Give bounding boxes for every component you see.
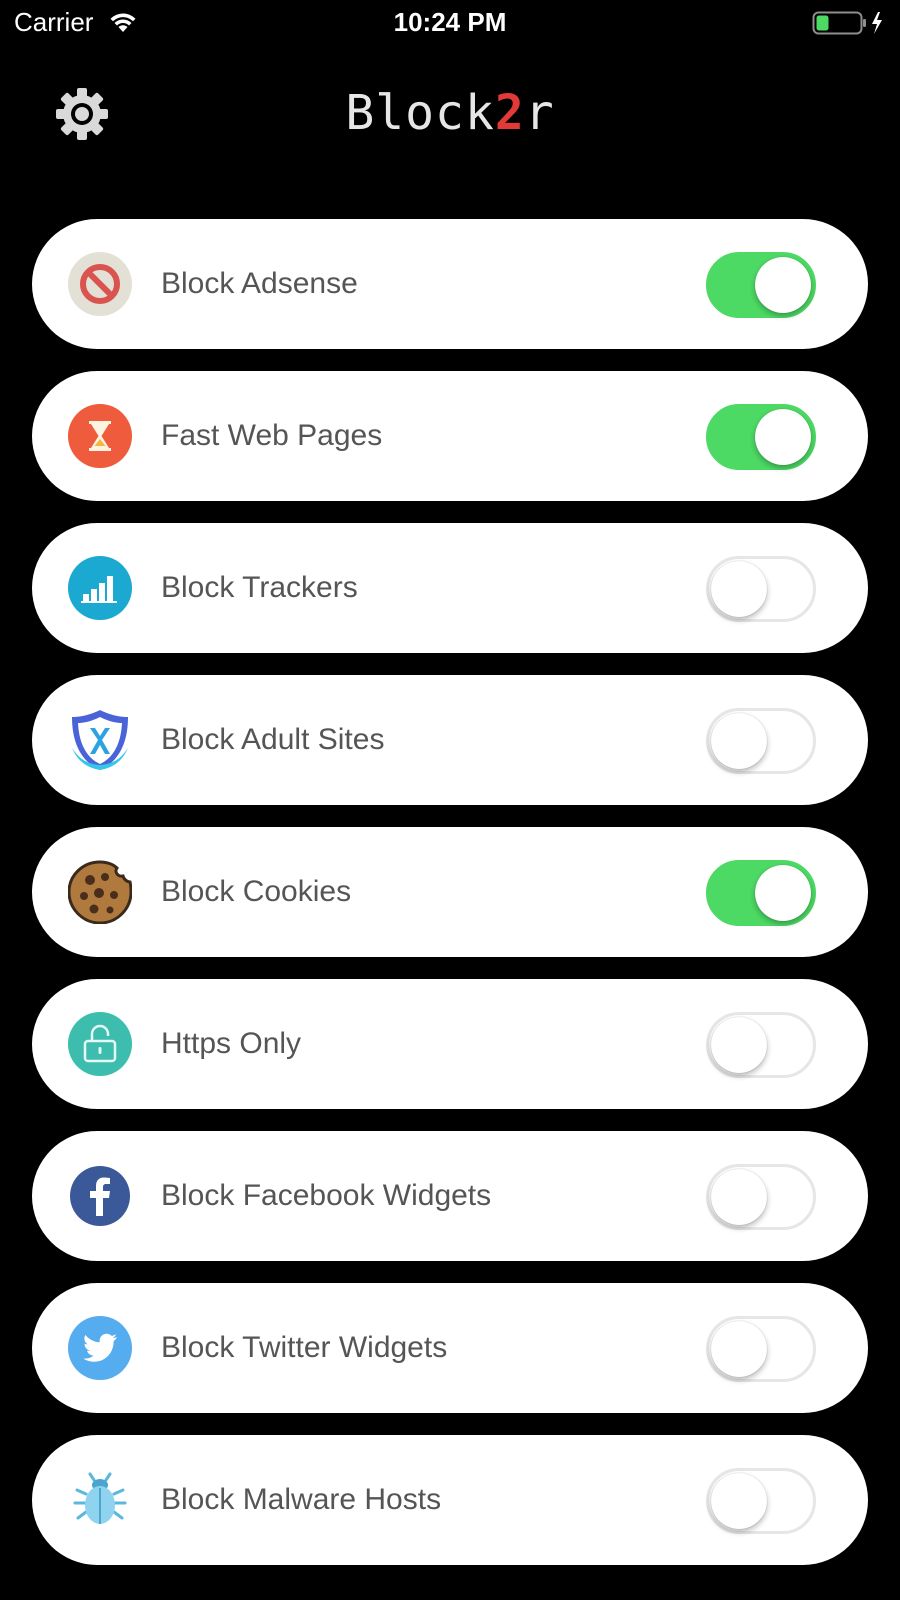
unlock-icon (68, 1012, 132, 1076)
toggle-knob (711, 1321, 767, 1377)
twitter-icon (68, 1316, 132, 1380)
option-label: Block Adsense (161, 267, 358, 300)
app-title-prefix: Block (345, 85, 495, 141)
status-time: 10:24 PM (393, 7, 507, 37)
toggle-knob (755, 865, 811, 921)
option-row-block-adsense: Block Adsense (32, 219, 868, 349)
option-label: Block Twitter Widgets (161, 1331, 448, 1364)
app-title: Block2r (0, 85, 900, 141)
nav-bar: Block2r (0, 60, 900, 170)
toggle-knob (711, 1473, 767, 1529)
app-title-accent: 2 (494, 85, 525, 141)
option-label: Block Adult Sites (161, 723, 385, 756)
option-label: Fast Web Pages (161, 419, 383, 452)
option-label: Block Facebook Widgets (161, 1179, 492, 1212)
toggle-fast-web-pages[interactable] (706, 404, 816, 470)
hourglass-icon (68, 404, 132, 468)
toggle-block-facebook-widgets[interactable] (706, 1164, 816, 1230)
toggle-knob (711, 713, 767, 769)
shield-x-icon (68, 708, 132, 772)
toggle-knob (711, 1169, 767, 1225)
facebook-icon (68, 1164, 132, 1228)
cookie-icon (68, 860, 132, 924)
toggle-block-twitter-widgets[interactable] (706, 1316, 816, 1382)
option-row-block-facebook-widgets: Block Facebook Widgets (32, 1131, 868, 1261)
no-ads-icon (68, 252, 132, 316)
option-label: Https Only (161, 1027, 302, 1060)
option-row-block-malware-hosts: Block Malware Hosts (32, 1435, 868, 1565)
toggle-block-cookies[interactable] (706, 860, 816, 926)
option-row-https-only: Https Only (32, 979, 868, 1109)
option-row-block-trackers: Block Trackers (32, 523, 868, 653)
toggle-knob (755, 409, 811, 465)
option-label: Block Malware Hosts (161, 1483, 442, 1516)
option-label: Block Trackers (161, 571, 358, 604)
toggle-block-trackers[interactable] (706, 556, 816, 622)
toggle-knob (711, 1017, 767, 1073)
blocker-options-list: Block Adsense Fast Web Pages Block Track… (32, 219, 868, 1587)
bar-chart-icon (68, 556, 132, 620)
option-row-block-cookies: Block Cookies (32, 827, 868, 957)
option-row-fast-web-pages: Fast Web Pages (32, 371, 868, 501)
option-row-block-adult-sites: Block Adult Sites (32, 675, 868, 805)
option-row-block-twitter-widgets: Block Twitter Widgets (32, 1283, 868, 1413)
toggle-knob (755, 257, 811, 313)
app-title-suffix: r (524, 85, 555, 141)
toggle-block-adsense[interactable] (706, 252, 816, 318)
toggle-https-only[interactable] (706, 1012, 816, 1078)
option-label: Block Cookies (161, 875, 352, 908)
bug-icon (68, 1468, 132, 1532)
toggle-block-malware-hosts[interactable] (706, 1468, 816, 1534)
status-bar: Carrier 10:24 PM (0, 0, 900, 44)
battery-charging-icon (812, 10, 886, 36)
toggle-block-adult-sites[interactable] (706, 708, 816, 774)
toggle-knob (711, 561, 767, 617)
